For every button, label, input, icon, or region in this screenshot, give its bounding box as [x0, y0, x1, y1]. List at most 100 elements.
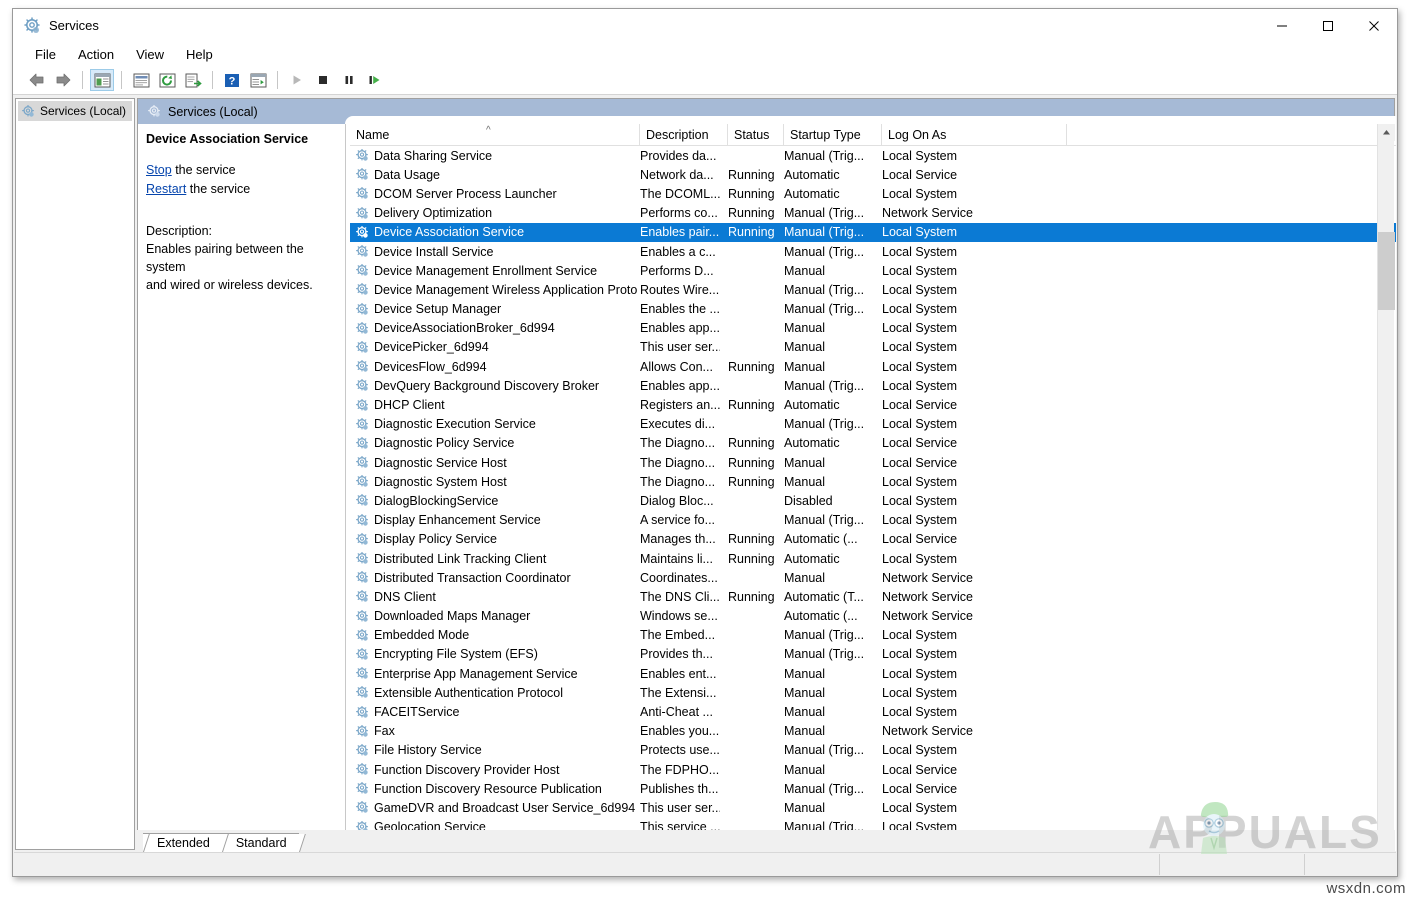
properties-icon[interactable]: [129, 69, 153, 91]
table-row[interactable]: Distributed Link Tracking Client Maintain…: [350, 549, 1396, 568]
table-row[interactable]: DevQuery Background Discovery Broker Enab…: [350, 376, 1396, 395]
tab-extended[interactable]: Extended: [143, 833, 222, 852]
start-service-icon[interactable]: [285, 69, 309, 91]
table-row[interactable]: Distributed Transaction Coordinator Coord…: [350, 568, 1396, 587]
refresh-icon[interactable]: [155, 69, 179, 91]
show-action-pane-icon[interactable]: [246, 69, 270, 91]
table-row[interactable]: DNS Client The DNS Cli... Running Automatic…: [350, 587, 1396, 606]
service-name-label: Delivery Optimization: [374, 206, 493, 221]
service-name-label: Extensible Authentication Protocol: [374, 685, 564, 700]
column-header-log-on-as[interactable]: Log On As: [882, 124, 1067, 146]
restart-service-link[interactable]: Restart: [146, 182, 186, 196]
table-row[interactable]: DCOM Server Process Launcher The DCOML...…: [350, 184, 1396, 203]
table-row[interactable]: File History Service Protects use... Manua…: [350, 741, 1396, 760]
sort-ascending-icon: ^: [486, 125, 491, 136]
cell-description: The Embed...: [640, 628, 716, 643]
status-bar: [14, 852, 1396, 875]
menu-action[interactable]: Action: [68, 45, 124, 64]
column-header-name[interactable]: Name ^: [350, 124, 640, 146]
maximize-button[interactable]: [1305, 9, 1351, 42]
table-row[interactable]: DHCP Client Registers an... Running Automat…: [350, 395, 1396, 414]
cell-service-name: Distributed Transaction Coordinator: [356, 568, 638, 587]
menu-view[interactable]: View: [126, 45, 174, 64]
table-row[interactable]: Device Install Service Enables a c... Manu…: [350, 242, 1396, 261]
cell-log-on-as: Local Service: [882, 762, 958, 777]
table-row[interactable]: Diagnostic Service Host The Diagno... Runn…: [350, 453, 1396, 472]
minimize-button[interactable]: [1259, 9, 1305, 42]
table-row[interactable]: Data Sharing Service Provides da... Manual…: [350, 146, 1396, 165]
table-row[interactable]: Delivery Optimization Performs co... Runni…: [350, 204, 1396, 223]
scrollbar-thumb[interactable]: [1378, 232, 1395, 310]
menu-file[interactable]: File: [25, 45, 66, 64]
table-row[interactable]: GameDVR and Broadcast User Service_6d994…: [350, 798, 1396, 817]
cell-description: Coordinates...: [640, 570, 718, 585]
stop-service-link[interactable]: Stop: [146, 163, 172, 177]
tab-standard[interactable]: Standard: [221, 833, 299, 852]
cell-status: [728, 261, 788, 280]
cell-service-name: Device Setup Manager: [356, 300, 638, 319]
column-header-description[interactable]: Description: [640, 124, 728, 146]
cell-startup-type: Automatic (T...: [784, 589, 864, 604]
help-icon[interactable]: ?: [220, 69, 244, 91]
cell-service-name: Diagnostic System Host: [356, 472, 638, 491]
restart-service-icon[interactable]: [363, 69, 387, 91]
service-gear-icon: [356, 571, 369, 584]
table-row[interactable]: Diagnostic System Host The Diagno... Runni…: [350, 472, 1396, 491]
table-row[interactable]: Device Management Wireless Application P…: [350, 280, 1396, 299]
table-row[interactable]: DeviceAssociationBroker_6d994 Enables app…: [350, 319, 1396, 338]
table-row[interactable]: Data Usage Network da... Running Automatic L…: [350, 165, 1396, 184]
table-row[interactable]: Device Setup Manager Enables the ... Manua…: [350, 300, 1396, 319]
menu-help[interactable]: Help: [176, 45, 223, 64]
tree-item-services-local[interactable]: Services (Local): [18, 101, 132, 121]
service-gear-icon: [356, 801, 369, 814]
column-header-status[interactable]: Status: [728, 124, 784, 146]
services-gear-icon: [23, 16, 41, 35]
restart-service-suffix: the service: [186, 182, 251, 197]
table-row[interactable]: DialogBlockingService Dialog Bloc... Disab…: [350, 491, 1396, 510]
cell-description: Enables app...: [640, 378, 720, 393]
column-header-startup-type[interactable]: Startup Type: [784, 124, 882, 146]
close-button[interactable]: [1351, 9, 1397, 42]
table-row[interactable]: Enterprise App Management Service Enables…: [350, 664, 1396, 683]
table-row[interactable]: Function Discovery Resource Publication P…: [350, 779, 1396, 798]
cell-log-on-as: Local System: [882, 340, 958, 355]
service-gear-icon: [356, 264, 369, 277]
vertical-scrollbar[interactable]: [1377, 124, 1395, 851]
table-row[interactable]: Device Management Enrollment Service Perf…: [350, 261, 1396, 280]
table-row[interactable]: Device Association Service Enables pair..…: [350, 222, 1396, 242]
cell-service-name: GameDVR and Broadcast User Service_6d994: [356, 798, 638, 817]
table-row[interactable]: Embedded Mode The Embed... Manual (Trig...…: [350, 626, 1396, 645]
cell-log-on-as: Local System: [882, 513, 958, 528]
pause-service-icon[interactable]: [337, 69, 361, 91]
scroll-up-arrow-icon[interactable]: [1378, 124, 1395, 141]
cell-log-on-as: Local System: [882, 743, 958, 758]
back-icon[interactable]: [25, 69, 49, 91]
service-name-label: Device Association Service: [374, 225, 525, 240]
table-row[interactable]: Downloaded Maps Manager Windows se... Auto…: [350, 607, 1396, 626]
cell-service-name: FACEITService: [356, 702, 638, 721]
table-row[interactable]: Fax Enables you... Manual Network Service: [350, 722, 1396, 741]
service-name-label: DCOM Server Process Launcher: [374, 186, 557, 201]
table-row[interactable]: DevicesFlow_6d994 Allows Con... Running Man…: [350, 357, 1396, 376]
show-hide-console-tree-icon[interactable]: [90, 69, 114, 91]
service-gear-icon: [356, 456, 369, 469]
table-row[interactable]: Display Enhancement Service A service fo.…: [350, 511, 1396, 530]
cell-description: The Extensi...: [640, 685, 717, 700]
table-row[interactable]: DevicePicker_6d994 This user ser... Manual…: [350, 338, 1396, 357]
cell-status: [728, 722, 788, 741]
table-row[interactable]: Diagnostic Policy Service The Diagno... Ru…: [350, 434, 1396, 453]
table-row[interactable]: Function Discovery Provider Host The FDPH…: [350, 760, 1396, 779]
table-row[interactable]: Encrypting File System (EFS) Provides th.…: [350, 645, 1396, 664]
cell-description: Maintains li...: [640, 551, 713, 566]
table-row[interactable]: Display Policy Service Manages th... Runni…: [350, 530, 1396, 549]
forward-icon[interactable]: [51, 69, 75, 91]
stop-service-icon[interactable]: [311, 69, 335, 91]
description-line-1: Enables pairing between the system: [146, 241, 304, 274]
table-row[interactable]: Diagnostic Execution Service Executes di.…: [350, 415, 1396, 434]
cell-description: Enables the ...: [640, 302, 720, 317]
table-row[interactable]: FACEITService Anti-Cheat ... Manual Local S…: [350, 702, 1396, 721]
export-list-icon[interactable]: [181, 69, 205, 91]
cell-status: [728, 683, 788, 702]
table-row[interactable]: Extensible Authentication Protocol The Ex…: [350, 683, 1396, 702]
service-gear-icon: [356, 187, 369, 200]
